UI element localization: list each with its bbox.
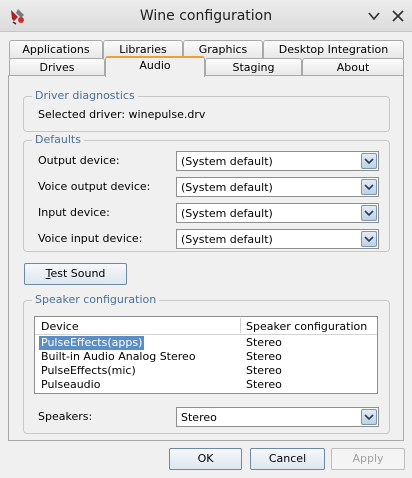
list-row-pulseeffects-mic[interactable]: PulseEffects(mic) Stereo bbox=[35, 364, 377, 378]
cancel-button[interactable]: Cancel bbox=[250, 448, 325, 470]
column-divider[interactable] bbox=[240, 318, 241, 333]
voice-output-device-label: Voice output device: bbox=[38, 180, 151, 193]
tab-applications[interactable]: Applications bbox=[9, 40, 103, 59]
test-sound-button[interactable]: Test Sound bbox=[24, 263, 127, 285]
selected-driver-text: Selected driver: winepulse.drv bbox=[38, 108, 206, 121]
output-device-value: (System default) bbox=[181, 155, 273, 168]
input-device-combo[interactable]: (System default) bbox=[176, 203, 379, 223]
speakers-label: Speakers: bbox=[38, 410, 93, 423]
defaults-group: Defaults Output device: (System default)… bbox=[23, 133, 390, 252]
output-device-label: Output device: bbox=[38, 154, 120, 167]
chevron-down-icon[interactable] bbox=[361, 231, 377, 247]
row-config: Stereo bbox=[246, 378, 282, 391]
ok-button[interactable]: OK bbox=[169, 448, 242, 470]
list-row-builtin-audio[interactable]: Built-in Audio Analog Stereo Stereo bbox=[35, 350, 377, 364]
list-header: Device Speaker configuration bbox=[35, 317, 377, 335]
row-device: Built-in Audio Analog Stereo bbox=[41, 350, 196, 363]
voice-input-device-value: (System default) bbox=[181, 233, 273, 246]
row-config: Stereo bbox=[246, 350, 282, 363]
voice-input-device-label: Voice input device: bbox=[38, 232, 143, 245]
row-config: Stereo bbox=[246, 364, 282, 377]
output-device-combo[interactable]: (System default) bbox=[176, 151, 379, 171]
title-bar: Wine configuration bbox=[0, 0, 412, 32]
driver-diagnostics-group: Driver diagnostics Selected driver: wine… bbox=[23, 89, 390, 132]
tab-desktop-integration[interactable]: Desktop Integration bbox=[263, 40, 404, 59]
voice-output-device-value: (System default) bbox=[181, 181, 273, 194]
chevron-down-icon[interactable] bbox=[361, 205, 377, 221]
speaker-configuration-title: Speaker configuration bbox=[32, 293, 160, 306]
chevron-down-icon[interactable] bbox=[361, 409, 377, 425]
close-icon[interactable] bbox=[390, 8, 406, 24]
input-device-value: (System default) bbox=[181, 207, 273, 220]
column-header-device[interactable]: Device bbox=[41, 320, 79, 333]
test-sound-label-rest: est Sound bbox=[50, 267, 106, 280]
defaults-title: Defaults bbox=[32, 133, 84, 146]
chevron-down-icon[interactable] bbox=[361, 153, 377, 169]
apply-button[interactable]: Apply bbox=[331, 448, 405, 470]
list-row-pulseaudio[interactable]: Pulseaudio Stereo bbox=[35, 378, 377, 392]
speakers-combo[interactable]: Stereo bbox=[176, 407, 379, 427]
row-device: Pulseaudio bbox=[41, 378, 101, 391]
row-config: Stereo bbox=[246, 336, 282, 349]
window-title: Wine configuration bbox=[139, 8, 273, 24]
column-header-speaker-configuration[interactable]: Speaker configuration bbox=[246, 320, 367, 333]
chevron-down-icon[interactable] bbox=[361, 179, 377, 195]
input-device-label: Input device: bbox=[38, 206, 110, 219]
voice-input-device-combo[interactable]: (System default) bbox=[176, 229, 379, 249]
tab-audio[interactable]: Audio bbox=[105, 56, 205, 77]
speakers-value: Stereo bbox=[181, 411, 217, 424]
driver-diagnostics-title: Driver diagnostics bbox=[32, 89, 138, 102]
list-row-pulseeffects-apps[interactable]: PulseEffects(apps) Stereo bbox=[35, 336, 377, 350]
minimize-chevron-icon[interactable] bbox=[366, 8, 382, 24]
speaker-device-list[interactable]: Device Speaker configuration PulseEffect… bbox=[34, 316, 378, 394]
row-device: PulseEffects(mic) bbox=[41, 364, 136, 377]
voice-output-device-combo[interactable]: (System default) bbox=[176, 177, 379, 197]
row-device: PulseEffects(apps) bbox=[39, 336, 145, 350]
